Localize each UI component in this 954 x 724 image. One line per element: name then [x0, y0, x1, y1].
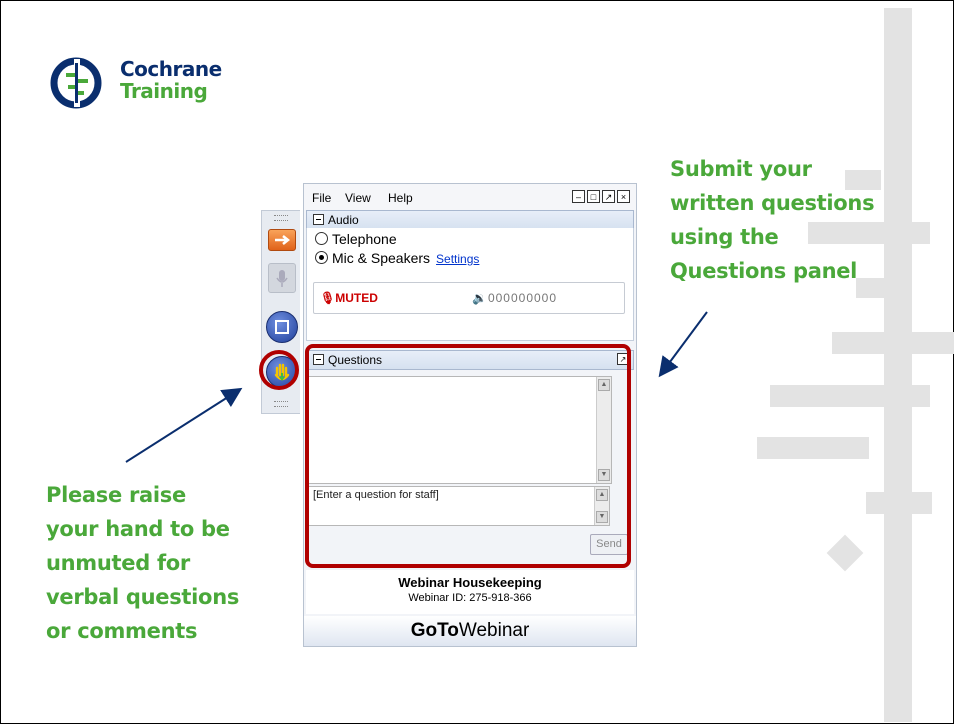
scroll-up-icon[interactable]: ▲	[598, 379, 610, 391]
audio-panel-header[interactable]: Audio	[306, 210, 634, 230]
arrow-right-icon	[275, 235, 291, 245]
radio-selected-icon[interactable]	[315, 251, 328, 264]
webinar-title: Webinar Housekeeping	[398, 575, 542, 590]
close-button[interactable]: ×	[617, 190, 630, 203]
send-button[interactable]: Send	[590, 534, 628, 555]
screen-button[interactable]	[266, 311, 298, 343]
callout-line: your hand to be	[46, 517, 230, 541]
muted-status[interactable]: 🎙MUTED	[320, 291, 378, 305]
microphone-button[interactable]	[268, 263, 296, 293]
grip-handle[interactable]	[274, 401, 288, 407]
grip-handle[interactable]	[274, 215, 288, 221]
minimize-button[interactable]: –	[572, 190, 585, 203]
radio-mic-speakers[interactable]: Mic & Speakers Settings	[315, 250, 479, 266]
brand-rest: Webinar	[458, 620, 530, 641]
microphone-icon	[276, 270, 288, 287]
popout-questions-button[interactable]: ↗	[617, 353, 629, 365]
restore-button[interactable]: □	[587, 190, 600, 203]
callout-submit-questions: Submit your written questions using the …	[670, 152, 875, 288]
mute-status-box: 🎙MUTED 🔉000000000	[313, 282, 625, 314]
volume-meter-dots: 000000000	[487, 291, 558, 305]
callout-line: Questions panel	[670, 259, 858, 283]
decor-bar-vertical	[884, 8, 912, 722]
callout-raise-hand: Please raise your hand to be unmuted for…	[46, 478, 239, 648]
gotowebinar-brand: GoToWebinar	[304, 616, 636, 646]
settings-link[interactable]: Settings	[436, 252, 479, 266]
logo-text-cochrane: Cochrane	[120, 57, 222, 81]
logo-text-training: Training	[120, 79, 208, 103]
webinar-id: Webinar ID: 275-918-366	[408, 592, 532, 604]
decor-bar	[866, 492, 932, 514]
callout-line: verbal questions	[46, 585, 240, 609]
radio-mic-label: Mic & Speakers	[332, 250, 431, 266]
raise-hand-highlight	[259, 350, 299, 390]
question-input[interactable]: [Enter a question for staff] ▲ ▼	[308, 486, 610, 526]
menu-bar: File View Help – □ ↗ ×	[304, 184, 636, 210]
decor-bar	[832, 332, 954, 354]
callout-line: Please raise	[46, 483, 186, 507]
cochrane-logo-icon	[50, 57, 102, 109]
callout-line: unmuted for	[46, 551, 190, 575]
microphone-muted-icon: 🎙	[320, 291, 336, 305]
scroll-up-icon[interactable]: ▲	[596, 489, 608, 501]
collapse-icon[interactable]	[313, 214, 324, 225]
scrollbar[interactable]: ▲ ▼	[594, 487, 609, 525]
callout-line: using the	[670, 225, 779, 249]
radio-telephone-label: Telephone	[332, 231, 397, 247]
cochrane-training-logo: Cochrane Training	[48, 55, 268, 115]
questions-panel-header[interactable]: Questions ↗	[306, 350, 634, 370]
gotowebinar-control-panel: File View Help – □ ↗ × Audio Telephone M…	[303, 183, 637, 647]
audio-panel: Telephone Mic & Speakers Settings 🎙MUTED …	[306, 228, 634, 341]
questions-header-label: Questions	[328, 353, 383, 367]
decor-bar	[757, 437, 869, 459]
screen-icon	[275, 320, 289, 334]
volume-meter: 🔉000000000	[472, 291, 557, 305]
decor-bar	[770, 385, 930, 407]
radio-icon[interactable]	[315, 232, 328, 245]
menu-file[interactable]: File	[312, 191, 331, 205]
expand-panel-button[interactable]	[268, 229, 296, 251]
callout-line: written questions	[670, 191, 875, 215]
menu-view[interactable]: View	[345, 191, 371, 205]
questions-log[interactable]: ▲ ▼	[308, 376, 612, 484]
window-controls: – □ ↗ ×	[572, 190, 630, 203]
question-input-placeholder: [Enter a question for staff]	[313, 489, 439, 501]
muted-label: MUTED	[335, 291, 378, 305]
scrollbar[interactable]: ▲ ▼	[596, 377, 611, 483]
callout-line: Submit your	[670, 157, 812, 181]
brand-bold: GoTo	[410, 620, 459, 641]
menu-help[interactable]: Help	[388, 191, 413, 205]
webinar-info: Webinar Housekeeping Webinar ID: 275-918…	[306, 570, 634, 614]
speaker-icon: 🔉	[472, 291, 488, 305]
audio-header-label: Audio	[328, 213, 359, 227]
popout-button[interactable]: ↗	[602, 190, 615, 203]
callout-line: or comments	[46, 619, 198, 643]
collapse-icon[interactable]	[313, 354, 324, 365]
radio-telephone[interactable]: Telephone	[315, 231, 397, 247]
scroll-down-icon[interactable]: ▼	[598, 469, 610, 481]
scroll-down-icon[interactable]: ▼	[596, 511, 608, 523]
